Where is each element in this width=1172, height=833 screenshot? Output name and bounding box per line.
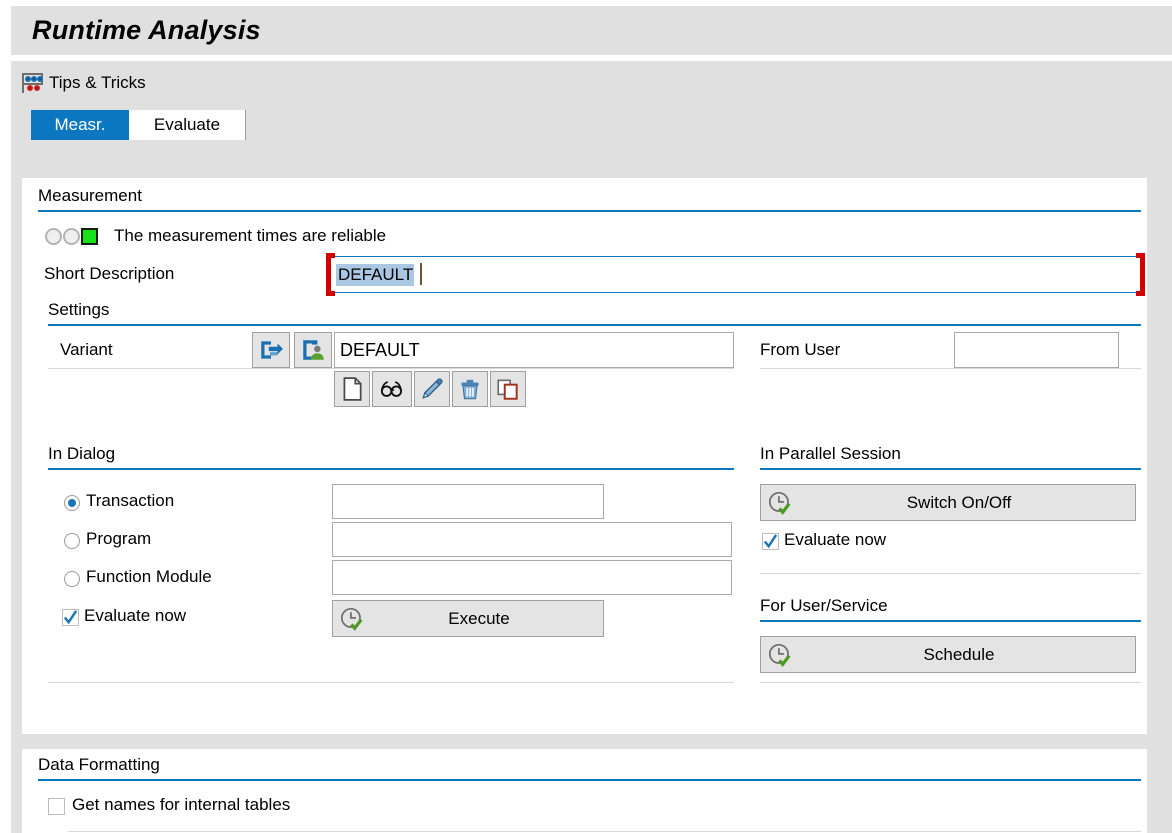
program-input[interactable]: [332, 522, 732, 557]
execute-button[interactable]: Execute: [332, 600, 604, 637]
user-variant-button[interactable]: [294, 332, 332, 368]
variant-delete-button[interactable]: [452, 371, 488, 407]
short-description-label: Short Description: [44, 264, 175, 283]
checkmark-icon: [63, 610, 78, 625]
measurement-panel: Measurement The measurement times are re…: [22, 178, 1147, 734]
runtime-analysis-screen: Runtime Analysis Tips & Tricks Measr. Ev…: [0, 0, 1172, 833]
title-bar: Runtime Analysis: [11, 6, 1172, 55]
evaluate-now-dialog-label: Evaluate now: [84, 606, 187, 625]
checkmark-icon: [763, 534, 778, 549]
from-user-divider: [760, 368, 1141, 369]
measurement-group-rule: [38, 210, 1141, 212]
schedule-button-label: Schedule: [923, 644, 995, 664]
clock-check-icon: [768, 643, 791, 667]
tips-and-tricks-label: Tips & Tricks: [49, 72, 146, 92]
variant-input[interactable]: [334, 332, 734, 368]
in-dialog-group-rule: [48, 468, 734, 470]
in-parallel-session-group-label: In Parallel Session: [760, 444, 901, 463]
get-variant-icon: [261, 341, 283, 359]
radio-transaction-label: Transaction: [86, 491, 175, 510]
data-formatting-panel: Data Formatting Get names for internal t…: [22, 749, 1147, 833]
get-variant-button[interactable]: [252, 332, 290, 368]
short-description-input[interactable]: [330, 256, 1141, 293]
variant-change-button[interactable]: [414, 371, 450, 407]
trash-icon: [461, 379, 479, 400]
clock-check-icon: [340, 607, 363, 631]
tips-and-tricks-button[interactable]: Tips & Tricks: [11, 61, 146, 104]
function-module-input[interactable]: [332, 560, 732, 595]
traffic-light-green-icon: [45, 228, 98, 245]
radio-function-module-label: Function Module: [86, 567, 212, 586]
tab-evaluate[interactable]: Evaluate: [129, 110, 246, 140]
settings-group-label: Settings: [48, 300, 110, 319]
in-parallel-session-group-rule: [760, 468, 1141, 470]
for-user-service-bottom-divider: [760, 682, 1141, 683]
settings-divider: [48, 368, 734, 369]
application-toolbar: Tips & Tricks: [11, 61, 1172, 104]
variant-create-button[interactable]: [334, 371, 370, 407]
copy-icon: [497, 379, 518, 400]
new-document-icon: [343, 377, 362, 401]
radio-program[interactable]: [64, 533, 80, 549]
clock-check-icon: [768, 491, 791, 515]
checkbox-evaluate-now-parallel[interactable]: [762, 533, 779, 550]
data-formatting-group-rule: [38, 779, 1141, 781]
for-user-service-group-label: For User/Service: [760, 596, 888, 615]
tab-measr-label: Measr.: [54, 115, 106, 134]
variant-copy-button[interactable]: [490, 371, 526, 407]
settings-group-rule: [48, 324, 1141, 326]
switch-on-off-button-label: Switch On/Off: [906, 492, 1012, 512]
glasses-icon: [380, 381, 403, 397]
tab-evaluate-label: Evaluate: [153, 115, 221, 134]
for-user-service-group-rule: [760, 620, 1141, 622]
user-variant-icon: [303, 340, 324, 360]
tab-strip: Measr. Evaluate: [11, 104, 1172, 143]
radio-function-module[interactable]: [64, 571, 80, 587]
text-caret: [420, 263, 422, 285]
parallel-bottom-divider: [760, 573, 1141, 574]
checkbox-get-names-internal-tables[interactable]: [48, 798, 65, 815]
measurement-group-label: Measurement: [38, 186, 142, 205]
measurement-status-text: The measurement times are reliable: [114, 226, 387, 245]
variant-display-button[interactable]: [372, 371, 412, 407]
page-title: Runtime Analysis: [32, 15, 261, 45]
lamp-yellow-off: [63, 228, 80, 245]
checkbox-evaluate-now-dialog[interactable]: [62, 609, 79, 626]
data-formatting-group-label: Data Formatting: [38, 755, 160, 774]
switch-on-off-button[interactable]: Switch On/Off: [760, 484, 1136, 521]
execute-button-label: Execute: [448, 608, 510, 628]
transaction-input[interactable]: [332, 484, 604, 519]
from-user-input[interactable]: [954, 332, 1119, 368]
schedule-button[interactable]: Schedule: [760, 636, 1136, 673]
short-description-field-wrap: DEFAULT: [326, 253, 1145, 296]
get-names-internal-tables-label: Get names for internal tables: [72, 795, 291, 814]
evaluate-now-parallel-label: Evaluate now: [784, 530, 887, 549]
lamp-red-off: [45, 228, 62, 245]
variant-label: Variant: [60, 340, 113, 359]
pencil-icon: [422, 378, 443, 399]
short-description-value: DEFAULT: [336, 264, 415, 286]
in-dialog-group-label: In Dialog: [48, 444, 116, 463]
from-user-label: From User: [760, 340, 841, 359]
abacus-icon: [22, 72, 43, 93]
radio-program-label: Program: [86, 529, 152, 548]
lamp-green-on: [81, 228, 98, 245]
data-formatting-bottom-divider: [68, 831, 1141, 832]
in-dialog-bottom-divider: [48, 682, 734, 683]
tab-measr[interactable]: Measr.: [31, 110, 129, 140]
radio-transaction[interactable]: [64, 495, 80, 511]
